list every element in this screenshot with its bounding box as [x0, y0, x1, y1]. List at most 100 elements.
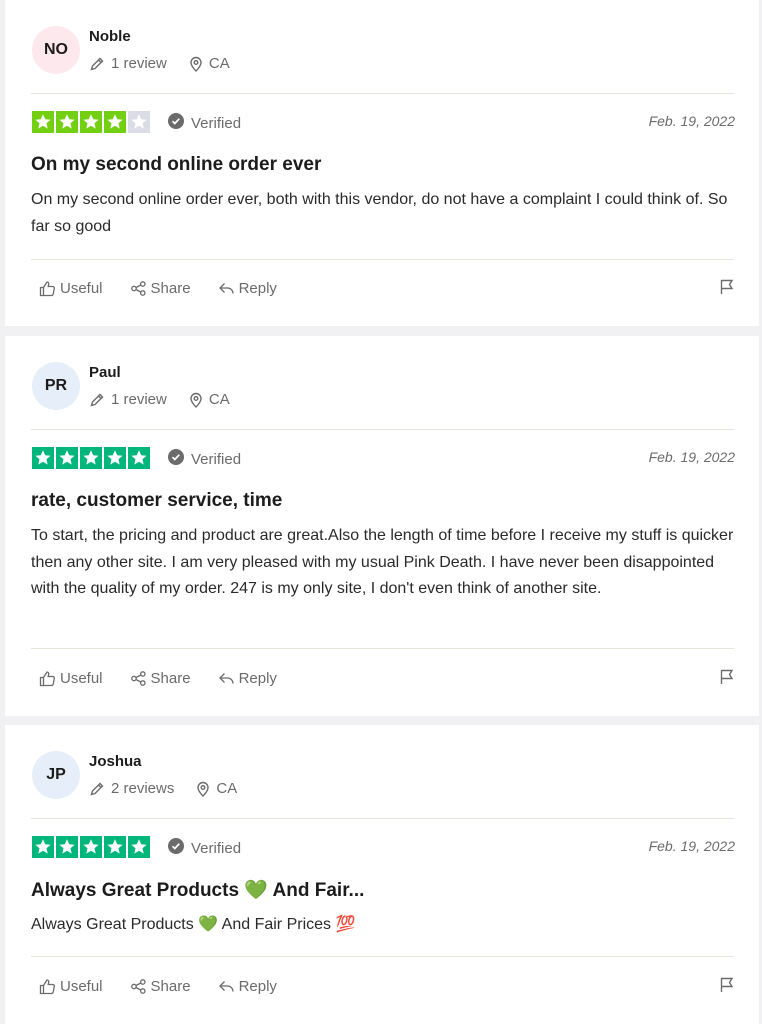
review-card: NO Noble 1 review CA Verified Feb. 19, 2…	[5, 0, 759, 326]
avatar-initials: NO	[44, 41, 68, 58]
reviewer-name[interactable]: Joshua	[89, 753, 142, 770]
star-icon	[56, 111, 78, 133]
check-circle-icon	[168, 838, 191, 858]
reply-arrow-icon	[218, 280, 239, 297]
review-card: JP Joshua 2 reviews CA Verified Feb. 19,…	[5, 725, 759, 1024]
divider	[31, 956, 734, 957]
reviewer-meta: 1 review CA	[89, 391, 230, 408]
useful-button[interactable]: Useful	[39, 978, 103, 995]
report-button[interactable]	[719, 976, 735, 998]
review-count: 1 review	[111, 55, 167, 72]
review-title[interactable]: On my second online order ever	[31, 154, 735, 176]
verified-badge: Verified	[168, 838, 241, 858]
review-date: Feb. 19, 2022	[648, 838, 735, 854]
review-date: Feb. 19, 2022	[648, 113, 735, 129]
reviewer-header: NO Noble 1 review CA	[31, 0, 735, 93]
reply-label: Reply	[238, 279, 277, 297]
review-title[interactable]: rate, customer service, time	[31, 490, 735, 512]
reviewer-name[interactable]: Paul	[89, 364, 121, 381]
review-title[interactable]: Always Great Products 💚 And Fair...	[31, 878, 735, 902]
avatar[interactable]: JP	[32, 751, 80, 799]
share-button[interactable]: Share	[130, 280, 191, 297]
reviewer-location: CA	[208, 391, 230, 408]
reviewer-header: PR Paul 1 review CA	[31, 336, 735, 429]
thumbs-up-icon	[39, 280, 60, 297]
divider	[31, 93, 734, 94]
star-icon	[32, 447, 54, 469]
check-circle-icon	[168, 113, 191, 133]
share-icon	[130, 280, 151, 297]
star-rating	[32, 111, 150, 133]
report-button[interactable]	[719, 668, 735, 690]
location-pin-icon	[196, 781, 210, 797]
share-label: Share	[150, 669, 191, 687]
share-label: Share	[150, 977, 191, 995]
verified-badge: Verified	[168, 113, 241, 133]
star-icon	[80, 111, 102, 133]
reply-arrow-icon	[218, 670, 239, 687]
reviewer-header: JP Joshua 2 reviews CA	[31, 725, 735, 818]
star-icon	[128, 447, 150, 469]
review-actions: Useful Share Reply	[39, 276, 735, 300]
flag-icon	[719, 279, 735, 299]
share-icon	[130, 670, 151, 687]
report-button[interactable]	[719, 278, 735, 300]
divider	[31, 429, 734, 430]
reply-button[interactable]: Reply	[218, 978, 277, 995]
star-icon	[32, 836, 54, 858]
star-icon	[56, 447, 78, 469]
review-count: 1 review	[111, 391, 167, 408]
avatar-initials: JP	[46, 766, 66, 783]
reply-label: Reply	[238, 669, 277, 687]
reply-arrow-icon	[218, 978, 239, 995]
reviewer-meta: 2 reviews CA	[89, 780, 237, 797]
reply-button[interactable]: Reply	[218, 280, 277, 297]
star-icon	[80, 836, 102, 858]
useful-label: Useful	[60, 279, 103, 297]
pencil-icon	[89, 56, 105, 72]
pencil-icon	[89, 781, 105, 797]
star-rating	[32, 836, 150, 858]
avatar[interactable]: NO	[32, 26, 80, 74]
review-actions: Useful Share Reply	[39, 666, 735, 690]
share-label: Share	[150, 279, 191, 297]
useful-label: Useful	[60, 977, 103, 995]
reviewer-name[interactable]: Noble	[89, 28, 131, 45]
divider	[31, 818, 734, 819]
flag-icon	[719, 977, 735, 997]
verified-label: Verified	[191, 839, 242, 857]
reviews-list: NO Noble 1 review CA Verified Feb. 19, 2…	[0, 0, 762, 1024]
divider	[31, 648, 734, 649]
reply-button[interactable]: Reply	[218, 670, 277, 687]
review-card: PR Paul 1 review CA Verified Feb. 19, 20…	[5, 336, 759, 716]
rating-row: Verified Feb. 19, 2022	[32, 836, 735, 860]
useful-label: Useful	[60, 669, 103, 687]
star-icon	[104, 111, 126, 133]
rating-row: Verified Feb. 19, 2022	[32, 447, 735, 471]
review-date: Feb. 19, 2022	[648, 449, 735, 465]
star-icon	[80, 447, 102, 469]
star-icon	[104, 836, 126, 858]
review-text: On my second online order ever, both wit…	[31, 191, 728, 235]
review-text: Always Great Products 💚 And Fair Prices …	[31, 916, 356, 933]
reviewer-location: CA	[208, 55, 230, 72]
check-circle-icon	[168, 449, 191, 469]
avatar-initials: PR	[44, 377, 68, 394]
useful-button[interactable]: Useful	[39, 280, 103, 297]
pencil-icon	[89, 392, 105, 408]
flag-icon	[719, 669, 735, 689]
share-button[interactable]: Share	[130, 670, 191, 687]
useful-button[interactable]: Useful	[39, 670, 103, 687]
review-count: 2 reviews	[111, 780, 175, 797]
verified-label: Verified	[191, 450, 242, 468]
reviewer-location: CA	[216, 780, 238, 797]
divider	[31, 259, 734, 260]
star-icon	[128, 836, 150, 858]
avatar[interactable]: PR	[32, 362, 80, 410]
star-icon	[104, 447, 126, 469]
verified-label: Verified	[191, 114, 242, 132]
share-button[interactable]: Share	[130, 978, 191, 995]
star-icon	[32, 111, 54, 133]
verified-badge: Verified	[168, 449, 241, 469]
star-icon	[128, 111, 150, 133]
